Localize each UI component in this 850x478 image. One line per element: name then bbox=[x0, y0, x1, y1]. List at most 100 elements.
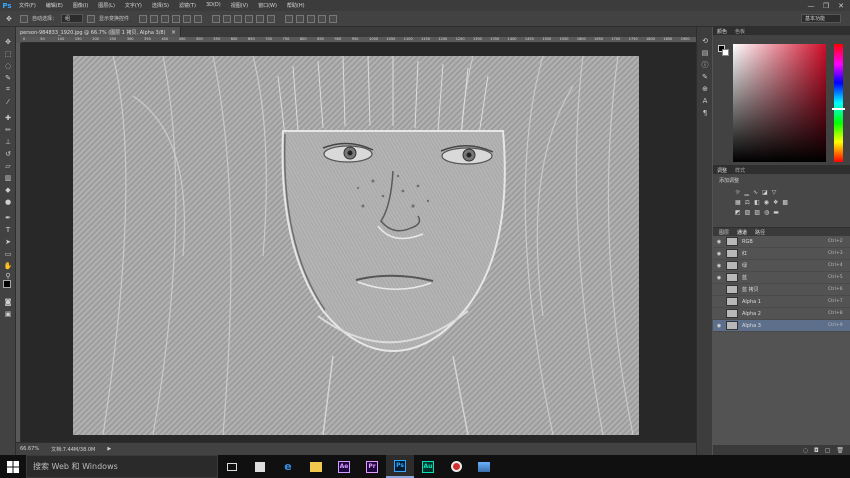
status-arrow-icon[interactable]: ▶ bbox=[107, 446, 111, 452]
menu-item[interactable]: 文件(F) bbox=[14, 2, 41, 9]
document-canvas-image[interactable] bbox=[73, 56, 639, 435]
brush-tool-icon[interactable]: ✏ bbox=[3, 125, 13, 134]
curves-icon[interactable]: ∿ bbox=[753, 189, 758, 196]
move-tool-icon[interactable]: ✥ bbox=[6, 15, 16, 23]
channel-row[interactable]: Alpha 1 Ctrl+7 bbox=[713, 296, 850, 308]
align-vcenter-icon[interactable] bbox=[150, 14, 159, 23]
color-panel-background[interactable] bbox=[722, 49, 729, 56]
marquee-tool-icon[interactable]: ⬚ bbox=[3, 49, 13, 58]
distribute-bottom-icon[interactable] bbox=[234, 14, 243, 23]
visibility-eye-icon[interactable]: ◉ bbox=[715, 275, 723, 281]
hand-tool-icon[interactable]: ✋ bbox=[3, 261, 13, 270]
type-tool-icon[interactable]: T bbox=[3, 225, 13, 234]
channel-row[interactable]: Alpha 2 Ctrl+8 bbox=[713, 308, 850, 320]
zoom-tool-icon[interactable]: ⚲ bbox=[3, 271, 13, 280]
tab-swatches[interactable]: 色板 bbox=[735, 28, 745, 35]
auto-select-dropdown[interactable]: 组 bbox=[61, 14, 84, 23]
color-lookup-icon[interactable]: ▩ bbox=[782, 199, 788, 206]
align-hcenter-icon[interactable] bbox=[183, 14, 192, 23]
gradient-map-icon[interactable]: ▬ bbox=[773, 209, 779, 216]
menu-item[interactable]: 图像(I) bbox=[68, 2, 93, 9]
posterize-icon[interactable]: ▧ bbox=[745, 209, 751, 216]
move-tool-icon[interactable]: ✥ bbox=[3, 37, 13, 46]
menu-item[interactable]: 图层(L) bbox=[93, 2, 120, 9]
foreground-color-swatch[interactable] bbox=[3, 280, 11, 288]
zoom-level[interactable]: 66.67% bbox=[20, 446, 39, 452]
info-panel-icon[interactable]: ⓘ bbox=[698, 59, 712, 71]
visibility-eye-icon[interactable]: ◉ bbox=[715, 263, 723, 269]
windows-start-icon[interactable] bbox=[0, 455, 26, 478]
3d-rotate-icon[interactable] bbox=[285, 14, 294, 23]
3d-roll-icon[interactable] bbox=[296, 14, 305, 23]
blur-tool-icon[interactable]: ◆ bbox=[3, 185, 13, 194]
channel-row[interactable]: ◉ 绿 Ctrl+4 bbox=[713, 260, 850, 272]
pen-tool-icon[interactable]: ✒ bbox=[3, 213, 13, 222]
photos-app-icon[interactable] bbox=[470, 455, 498, 478]
after-effects-icon[interactable]: Ae bbox=[330, 455, 358, 478]
task-view-icon[interactable] bbox=[218, 455, 246, 478]
lasso-tool-icon[interactable]: ◌ bbox=[3, 61, 13, 70]
channel-row[interactable]: ◉ RGB Ctrl+2 bbox=[713, 236, 850, 248]
menu-item[interactable]: 选择(S) bbox=[147, 2, 174, 9]
levels-icon[interactable]: ▁ bbox=[744, 189, 749, 196]
visibility-eye-icon[interactable]: ◉ bbox=[715, 323, 723, 329]
premiere-icon[interactable]: Pr bbox=[358, 455, 386, 478]
delete-channel-icon[interactable]: 🗑 bbox=[836, 447, 844, 454]
workspace-dropdown[interactable]: 基本功能 bbox=[801, 14, 841, 23]
channel-row[interactable]: 蓝 拷贝 Ctrl+6 bbox=[713, 284, 850, 296]
tab-color[interactable]: 颜色 bbox=[717, 28, 727, 35]
channel-row[interactable]: ◉ 红 Ctrl+3 bbox=[713, 248, 850, 260]
distribute-left-icon[interactable] bbox=[245, 14, 254, 23]
invert-icon[interactable]: ◩ bbox=[735, 209, 741, 216]
menu-item[interactable]: 窗口(W) bbox=[253, 2, 282, 9]
tab-adjustments[interactable]: 调整 bbox=[717, 167, 727, 174]
menu-item[interactable]: 帮助(H) bbox=[282, 2, 310, 9]
store-icon[interactable] bbox=[246, 455, 274, 478]
load-selection-icon[interactable]: ◌ bbox=[803, 447, 808, 454]
audition-icon[interactable]: Au bbox=[414, 455, 442, 478]
clone-stamp-tool-icon[interactable]: ⊥ bbox=[3, 137, 13, 146]
quick-mask-icon[interactable]: ◙ bbox=[3, 297, 13, 306]
selective-color-icon[interactable]: ◍ bbox=[764, 209, 769, 216]
history-panel-icon[interactable]: ⟲ bbox=[698, 35, 712, 47]
clone-source-icon[interactable]: ⊕ bbox=[698, 83, 712, 95]
menu-item[interactable]: 文字(Y) bbox=[120, 2, 147, 9]
close-icon[interactable]: ✕ bbox=[835, 0, 847, 11]
document-info[interactable]: 文档:7.44M/38.0M bbox=[51, 446, 95, 453]
taskbar-search-box[interactable]: 搜索 Web 和 Windows bbox=[26, 455, 218, 478]
hue-slider[interactable] bbox=[834, 44, 843, 162]
paragraph-panel-icon[interactable]: ¶ bbox=[698, 107, 712, 119]
photoshop-logo[interactable]: Ps bbox=[0, 0, 14, 11]
channel-row[interactable]: ◉ Alpha 3 Ctrl+9 bbox=[713, 320, 850, 332]
photoshop-taskbar-icon[interactable]: Ps bbox=[386, 455, 414, 478]
record-app-icon[interactable] bbox=[442, 455, 470, 478]
eraser-tool-icon[interactable]: ▱ bbox=[3, 161, 13, 170]
tab-styles[interactable]: 样式 bbox=[735, 167, 745, 174]
document-tab[interactable]: person-984833_1920.jpg @ 66.7% (图层 1 拷贝,… bbox=[16, 27, 181, 37]
gradient-tool-icon[interactable]: ▥ bbox=[3, 173, 13, 182]
menu-item[interactable]: 滤镜(T) bbox=[174, 2, 201, 9]
visibility-eye-icon[interactable]: ◉ bbox=[715, 251, 723, 257]
align-bottom-icon[interactable] bbox=[161, 14, 170, 23]
history-brush-tool-icon[interactable]: ↺ bbox=[3, 149, 13, 158]
tab-layers[interactable]: 图层 bbox=[719, 229, 729, 236]
threshold-icon[interactable]: ▨ bbox=[754, 209, 760, 216]
align-top-icon[interactable] bbox=[139, 14, 148, 23]
distribute-right-icon[interactable] bbox=[267, 14, 276, 23]
menu-item[interactable]: 编辑(E) bbox=[41, 2, 68, 9]
eyedropper-tool-icon[interactable]: ⁄ bbox=[3, 97, 13, 106]
save-selection-icon[interactable]: ◘ bbox=[814, 447, 819, 454]
screen-mode-icon[interactable]: ▣ bbox=[3, 309, 13, 318]
dodge-tool-icon[interactable]: ● bbox=[3, 197, 13, 206]
3d-slide-icon[interactable] bbox=[318, 14, 327, 23]
hue-saturation-icon[interactable]: ▦ bbox=[735, 199, 741, 206]
align-left-icon[interactable] bbox=[172, 14, 181, 23]
menu-item[interactable]: 3D(D) bbox=[201, 2, 226, 9]
3d-pan-icon[interactable] bbox=[307, 14, 316, 23]
file-explorer-icon[interactable] bbox=[302, 455, 330, 478]
vibrance-icon[interactable]: ▽ bbox=[772, 189, 777, 196]
minimize-icon[interactable]: — bbox=[805, 0, 817, 11]
exposure-icon[interactable]: ◪ bbox=[762, 189, 768, 196]
channel-row[interactable]: ◉ 蓝 Ctrl+5 bbox=[713, 272, 850, 284]
color-balance-icon[interactable]: ⚖ bbox=[745, 199, 750, 206]
